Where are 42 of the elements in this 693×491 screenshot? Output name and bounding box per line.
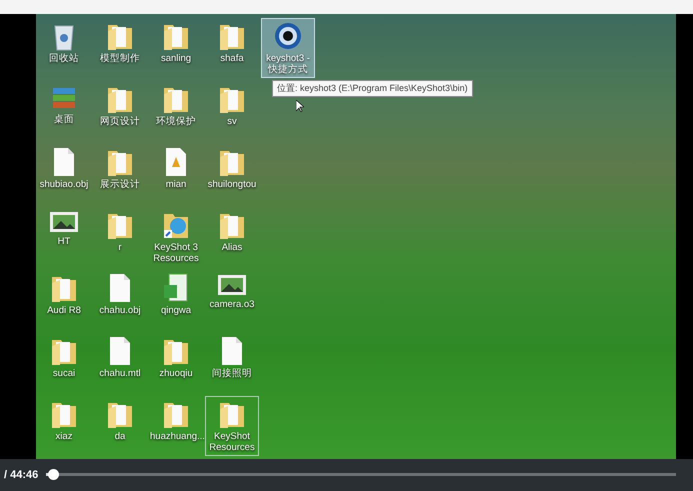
desktop-icon[interactable]: zhuoqiu xyxy=(149,332,203,382)
desktop-icon[interactable]: Audi R8 xyxy=(37,270,91,319)
tooltip: 位置: keyshot3 (E:\Program Files\KeyShot3\bin) xyxy=(272,80,473,97)
desktop-icon[interactable]: chahu.obj xyxy=(93,270,147,319)
file-icon xyxy=(220,336,244,366)
desktop-icon[interactable]: sanling xyxy=(149,18,203,67)
video-duration: / 44:46 xyxy=(4,468,38,481)
file-icon xyxy=(108,336,132,366)
desktop-icon[interactable]: 模型制作 xyxy=(93,18,147,67)
desktop-icon[interactable]: mian xyxy=(149,144,203,193)
spreadsheet-icon xyxy=(163,272,189,303)
desktop-icon[interactable]: xiaz xyxy=(37,396,91,445)
desktop-icon[interactable]: huazhuang... xyxy=(149,396,203,445)
image-icon xyxy=(217,272,247,297)
desktop-icon[interactable]: sucai xyxy=(37,332,91,382)
desktop-icon[interactable]: 环境保护 xyxy=(149,80,203,130)
file-icon xyxy=(52,146,76,177)
desktop-icon[interactable]: qingwa xyxy=(149,270,203,319)
desktop-icon[interactable]: 桌面 xyxy=(37,80,91,128)
desktop-icon[interactable]: Alias xyxy=(205,206,259,256)
desktop-icon[interactable]: da xyxy=(93,396,147,445)
desktop-icon[interactable]: sv xyxy=(205,80,259,130)
mouse-cursor-icon xyxy=(296,100,304,112)
desktop-icon[interactable]: 回收站 xyxy=(37,18,91,67)
camera-aperture-icon xyxy=(273,20,303,51)
desktop-icon[interactable]: chahu.mtl xyxy=(93,332,147,382)
desktop-icon[interactable]: 网页设计 xyxy=(93,80,147,130)
desktop-icon[interactable]: shuilongtou xyxy=(205,144,259,193)
desktop-icon[interactable]: shafa xyxy=(205,18,259,67)
desktop-icon[interactable]: HT xyxy=(37,206,91,250)
desktop-icon[interactable]: 展示设计 xyxy=(93,144,147,193)
image-icon xyxy=(49,210,79,234)
desktop-icon[interactable]: shubiao.obj xyxy=(37,144,91,193)
desktop-icon[interactable]: 间接照明 xyxy=(205,332,259,382)
document-icon xyxy=(164,146,188,177)
file-icon xyxy=(108,272,132,303)
desktop-icon[interactable]: KeyShot Resources xyxy=(205,396,259,456)
desktop-icon[interactable]: r xyxy=(93,206,147,256)
desktop-icon[interactable]: keyshot3 - 快捷方式 xyxy=(261,18,315,78)
progress-thumb[interactable] xyxy=(48,469,59,480)
desktop-icon[interactable]: KeyShot 3 Resources xyxy=(149,206,203,267)
desktop-icon[interactable]: camera.o3 xyxy=(205,270,259,313)
